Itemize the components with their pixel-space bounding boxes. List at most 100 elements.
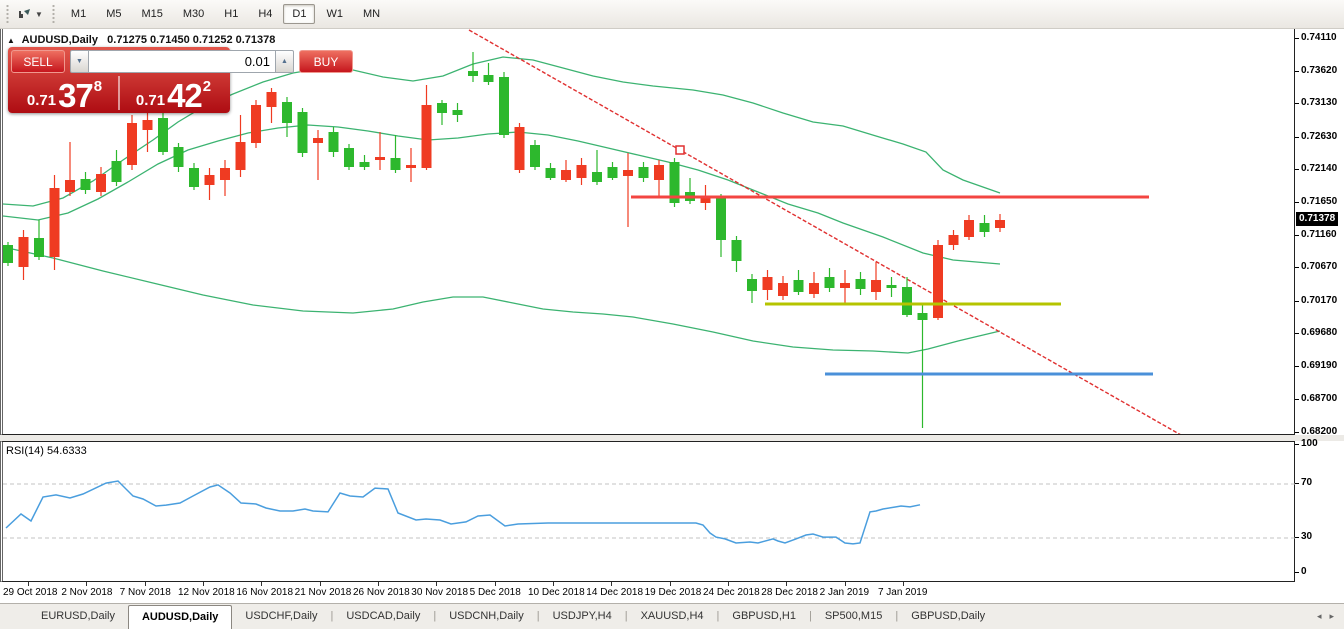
date-axis-tick bbox=[28, 582, 29, 586]
triangle-up-icon: ▲ bbox=[7, 36, 15, 45]
rsi-chart[interactable] bbox=[3, 442, 1295, 581]
price-axis-label: 0.73620 bbox=[1301, 65, 1337, 76]
bollinger-middle-band bbox=[3, 125, 1000, 264]
candle-body bbox=[747, 279, 757, 291]
date-axis: 29 Oct 20182 Nov 20187 Nov 201812 Nov 20… bbox=[0, 582, 1344, 603]
candle-body bbox=[391, 158, 401, 170]
timeframe-button-m30[interactable]: M30 bbox=[174, 4, 213, 24]
trendline-handle[interactable] bbox=[676, 146, 684, 154]
candle-body bbox=[887, 285, 897, 288]
date-axis-label: 21 Nov 2018 bbox=[295, 587, 352, 598]
chart-tab-usdcnh[interactable]: USDCNH,Daily bbox=[436, 604, 537, 629]
chart-tab-usdcad[interactable]: USDCAD,Daily bbox=[333, 604, 433, 629]
volume-input[interactable] bbox=[89, 50, 275, 73]
candle-body bbox=[158, 118, 168, 152]
candle-body bbox=[794, 280, 804, 292]
sell-button[interactable]: SELL bbox=[11, 50, 65, 73]
price-axis-label: 0.68200 bbox=[1301, 426, 1337, 437]
candle-body bbox=[546, 168, 556, 178]
date-axis-tick bbox=[203, 582, 204, 586]
chart-tab-usdchf[interactable]: USDCHF,Daily bbox=[232, 604, 330, 629]
buy-price-pipette: 2 bbox=[203, 79, 211, 94]
volume-increase-button[interactable]: ▲ bbox=[275, 50, 294, 73]
rsi-line bbox=[6, 481, 920, 544]
tab-scroll-left-icon[interactable]: ◂ bbox=[1317, 611, 1322, 622]
candle-body bbox=[763, 277, 773, 290]
date-axis-label: 7 Nov 2018 bbox=[120, 587, 171, 598]
bollinger-lower-band bbox=[3, 247, 1000, 353]
price-axis-label: 0.71160 bbox=[1301, 229, 1337, 240]
candle-body bbox=[96, 174, 106, 192]
rsi-axis-tick bbox=[1295, 483, 1299, 484]
chart-tab-sp500[interactable]: SP500,M15 bbox=[812, 604, 895, 629]
candle-body bbox=[468, 71, 478, 76]
chart-tools-icon[interactable] bbox=[15, 5, 35, 23]
candle-body bbox=[623, 170, 633, 176]
toolbar-grip[interactable] bbox=[5, 5, 10, 23]
candle-body bbox=[189, 168, 199, 187]
candle-body bbox=[298, 112, 308, 153]
timeframe-button-w1[interactable]: W1 bbox=[317, 4, 352, 24]
candle-body bbox=[267, 92, 277, 107]
candle-body bbox=[34, 238, 44, 257]
top-toolbar: ▼ M1M5M15M30H1H4D1W1MN bbox=[0, 0, 1344, 29]
chevron-down-icon[interactable]: ▼ bbox=[35, 10, 43, 19]
candle-body bbox=[530, 145, 540, 167]
candle-body bbox=[592, 172, 602, 182]
rsi-axis-label: 100 bbox=[1301, 438, 1318, 449]
price-axis-tick bbox=[1295, 267, 1299, 268]
price-axis-tick bbox=[1295, 235, 1299, 236]
date-axis-label: 5 Dec 2018 bbox=[470, 587, 521, 598]
chart-tab-usdjpy[interactable]: USDJPY,H4 bbox=[540, 604, 625, 629]
price-axis-label: 0.68700 bbox=[1301, 393, 1337, 404]
date-axis-label: 2 Jan 2019 bbox=[820, 587, 870, 598]
candle-body bbox=[484, 75, 494, 82]
price-axis-tick bbox=[1295, 432, 1299, 433]
candle-body bbox=[639, 167, 649, 178]
chart-tab-audusd[interactable]: AUDUSD,Daily bbox=[128, 605, 232, 629]
buy-button[interactable]: BUY bbox=[299, 50, 353, 73]
date-axis-tick bbox=[378, 582, 379, 586]
timeframe-button-m1[interactable]: M1 bbox=[62, 4, 95, 24]
current-price-tag: 0.71378 bbox=[1296, 212, 1338, 226]
candle-body bbox=[918, 313, 928, 320]
timeframe-button-m15[interactable]: M15 bbox=[132, 4, 171, 24]
candle-body bbox=[50, 188, 60, 257]
price-axis-tick bbox=[1295, 333, 1299, 334]
candle-body bbox=[825, 277, 835, 288]
timeframe-button-mn[interactable]: MN bbox=[354, 4, 389, 24]
candle-body bbox=[809, 283, 819, 294]
date-axis-label: 16 Nov 2018 bbox=[236, 587, 293, 598]
timeframe-button-d1[interactable]: D1 bbox=[283, 4, 315, 24]
date-axis-label: 7 Jan 2019 bbox=[878, 587, 928, 598]
candle-body bbox=[65, 180, 75, 192]
buy-price-display[interactable]: 0.71 42 2 bbox=[120, 76, 227, 110]
tab-scroll-right-icon[interactable]: ▸ bbox=[1329, 611, 1334, 622]
price-axis-tick bbox=[1295, 103, 1299, 104]
candle-body bbox=[360, 162, 370, 167]
sell-price-prefix: 0.71 bbox=[27, 93, 56, 110]
timeframe-button-h4[interactable]: H4 bbox=[249, 4, 281, 24]
price-axis-label: 0.73130 bbox=[1301, 97, 1337, 108]
timeframe-button-m5[interactable]: M5 bbox=[97, 4, 130, 24]
date-axis-tick bbox=[670, 582, 671, 586]
chart-symbol: AUDUSD,Daily bbox=[22, 34, 98, 46]
volume-decrease-button[interactable]: ▼ bbox=[70, 50, 89, 73]
chart-title: ▲ AUDUSD,Daily 0.71275 0.71450 0.71252 0… bbox=[7, 34, 275, 46]
timeframe-button-h1[interactable]: H1 bbox=[215, 4, 247, 24]
price-axis-label: 0.69680 bbox=[1301, 327, 1337, 338]
chart-tab-gbpusd[interactable]: GBPUSD,Daily bbox=[898, 604, 998, 629]
date-axis-label: 10 Dec 2018 bbox=[528, 587, 585, 598]
candle-body bbox=[375, 157, 385, 160]
rsi-pane[interactable] bbox=[0, 441, 1295, 582]
toolbar-grip[interactable] bbox=[51, 5, 56, 23]
date-axis-tick bbox=[728, 582, 729, 586]
chart-tab-eurusd[interactable]: EURUSD,Daily bbox=[28, 604, 128, 629]
date-axis-label: 30 Nov 2018 bbox=[411, 587, 468, 598]
chart-tab-gbpusd[interactable]: GBPUSD,H1 bbox=[719, 604, 809, 629]
candle-body bbox=[871, 280, 881, 292]
sell-price-display[interactable]: 0.71 37 8 bbox=[11, 76, 120, 110]
rsi-axis-tick bbox=[1295, 444, 1299, 445]
chart-tab-xauusd[interactable]: XAUUSD,H4 bbox=[628, 604, 717, 629]
candle-body bbox=[313, 138, 323, 143]
